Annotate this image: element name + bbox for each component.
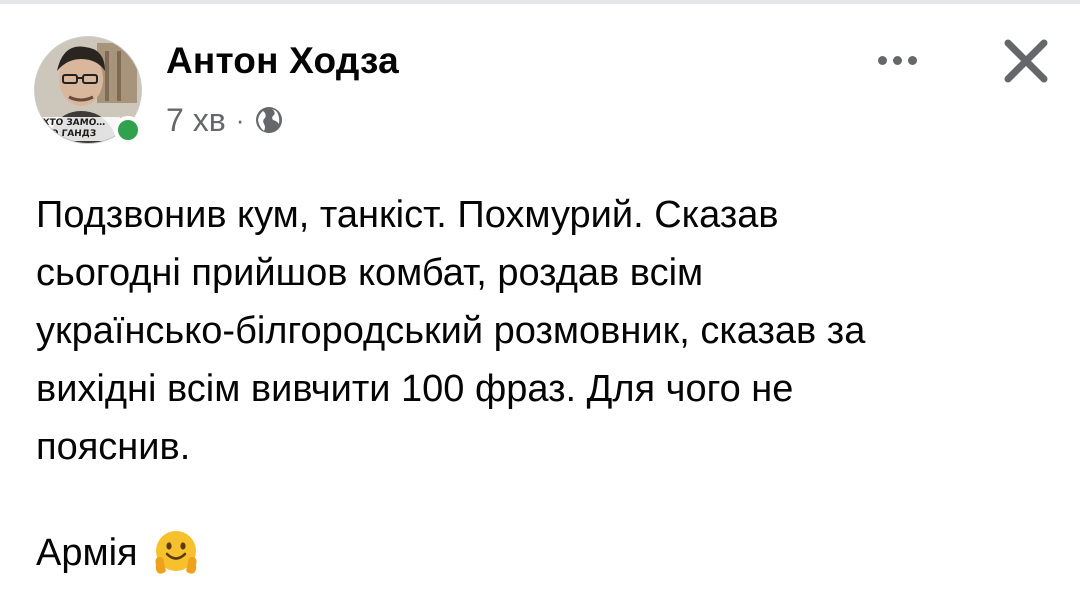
more-options-button[interactable] [866, 42, 928, 78]
more-horizontal-icon-dot [907, 55, 917, 65]
author-name[interactable]: Антон Ходза [166, 40, 399, 82]
close-icon[interactable] [998, 34, 1054, 88]
post-header: ХТО ЗАМО… ТЮ ГАНДЗ Антон Ходза 7 хв · [0, 0, 1080, 160]
avatar-caption: ХТО ЗАМО… ТЮ ГАНДЗ [38, 117, 120, 141]
more-horizontal-icon-dot [892, 55, 902, 65]
globe-icon[interactable] [254, 105, 284, 135]
signature-text: Армія [36, 531, 138, 574]
post-time[interactable]: 7 хв [166, 102, 226, 139]
more-horizontal-icon-dot [877, 55, 887, 65]
author-avatar-wrap[interactable]: ХТО ЗАМО… ТЮ ГАНДЗ [34, 36, 146, 148]
post-signature-line: Армія [36, 524, 202, 582]
post-meta: 7 хв · [166, 100, 284, 140]
post-text: Подзвонив кум, танкіст. Похмурий. Сказав… [36, 194, 866, 468]
meta-separator: · [235, 104, 245, 135]
online-status-indicator [114, 116, 142, 144]
hugging-face-emoji [155, 531, 197, 574]
